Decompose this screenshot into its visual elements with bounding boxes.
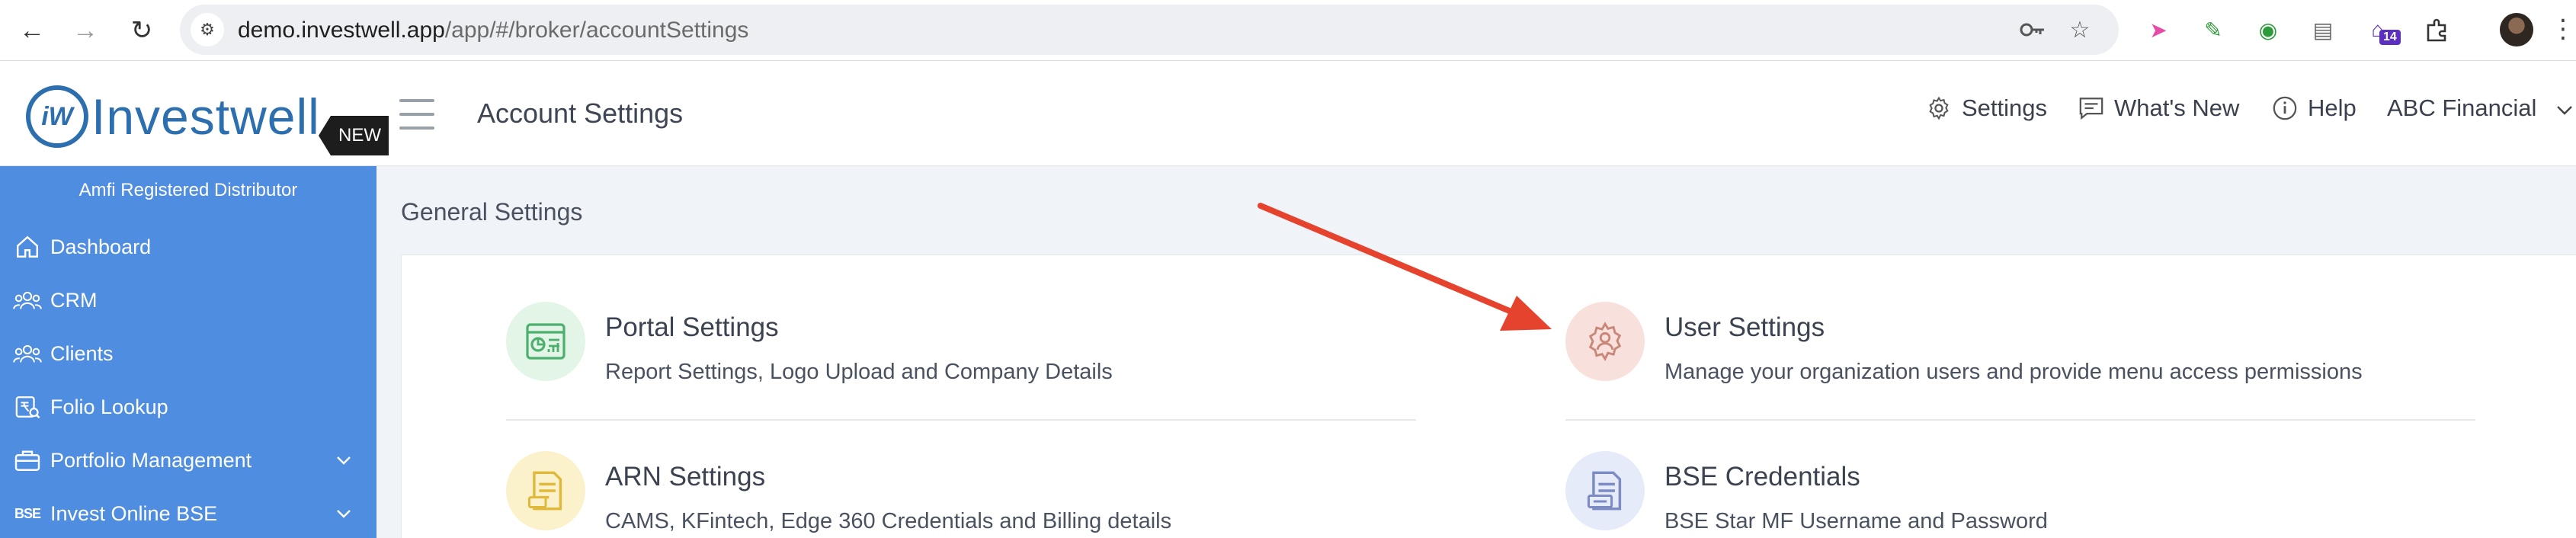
extension-pen-icon[interactable]: ✎ — [2196, 13, 2230, 46]
sidebar-item-portfolio-management[interactable]: Portfolio Management — [0, 437, 376, 483]
address-bar[interactable]: ⚙ demo.investwell.app/app/#/broker/accou… — [180, 5, 2119, 55]
header-help-link[interactable]: Help — [2271, 93, 2357, 123]
bse-icon: BSE — [14, 505, 41, 521]
browser-menu-icon[interactable]: ⋮ — [2550, 9, 2576, 49]
header-whats-new-link[interactable]: What's New — [2078, 93, 2239, 123]
setting-description: BSE Star MF Username and Password — [1664, 509, 2048, 533]
account-label: ABC Financial — [2387, 94, 2537, 121]
gear-icon — [1925, 94, 1953, 122]
user-gear-icon — [1565, 302, 1645, 381]
page-title: Account Settings — [477, 98, 684, 129]
forward-icon[interactable]: → — [66, 11, 105, 50]
header-settings-label: Settings — [1962, 94, 2048, 121]
extension-timer-icon[interactable]: ◉ — [2251, 13, 2285, 46]
bse-credentials-item[interactable]: BSE Credentials BSE Star MF Username and… — [1565, 451, 2518, 535]
sidebar-item-label: CRM — [50, 288, 98, 312]
divider — [506, 419, 1416, 421]
users-group-icon — [12, 285, 43, 315]
account-dropdown[interactable]: ABC Financial — [2387, 93, 2573, 123]
message-icon — [2078, 94, 2105, 122]
url-text: demo.investwell.app/app/#/broker/account… — [238, 18, 749, 43]
divider — [1565, 419, 2475, 421]
chevron-down-icon — [2556, 94, 2573, 122]
sidebar-item-dashboard[interactable]: Dashboard — [0, 224, 376, 270]
section-title: General Settings — [401, 198, 583, 226]
chevron-down-icon — [332, 449, 355, 472]
clients-icon — [12, 338, 43, 369]
header-help-label: Help — [2308, 94, 2357, 121]
rupee-search-icon — [12, 392, 43, 422]
sidebar: Amfi Registered Distributor Dashboard CR… — [0, 166, 376, 538]
site-info-icon[interactable]: ⚙ — [191, 13, 224, 46]
profile-avatar[interactable] — [2500, 13, 2533, 46]
browser-toolbar: ← → ↻ ⚙ demo.investwell.app/app/#/broker… — [0, 0, 2576, 61]
report-icon — [506, 302, 585, 381]
sidebar-item-label: Clients — [50, 341, 114, 365]
header-settings-link[interactable]: Settings — [1925, 93, 2047, 123]
arn-settings-item[interactable]: ARN Settings CAMS, KFintech, Edge 360 Cr… — [506, 451, 1421, 535]
extension-cards-icon[interactable]: ▤ — [2306, 13, 2340, 46]
setting-title: ARN Settings — [605, 462, 766, 492]
logo-text: Investwell — [91, 88, 320, 145]
sidebar-item-label: Folio Lookup — [50, 395, 168, 418]
extension-badge: 14 — [2379, 30, 2401, 45]
setting-description: Report Settings, Logo Upload and Company… — [605, 360, 1113, 384]
briefcase-icon — [12, 445, 43, 476]
setting-title: Portal Settings — [605, 312, 779, 342]
sidebar-item-invest-online-bse[interactable]: BSE Invest Online BSE — [0, 491, 376, 536]
setting-title: BSE Credentials — [1664, 462, 1860, 492]
credentials-icon — [1565, 451, 1645, 530]
menu-toggle-icon[interactable] — [399, 99, 434, 130]
crm-new-badge: NEW — [319, 116, 389, 155]
sidebar-item-folio-lookup[interactable]: Folio Lookup — [0, 384, 376, 430]
sidebar-item-label: Portfolio Management — [50, 448, 252, 472]
password-key-icon[interactable] — [2017, 14, 2049, 46]
bookmark-star-icon[interactable]: ☆ — [2064, 14, 2096, 46]
reload-icon[interactable]: ↻ — [122, 11, 162, 50]
user-settings-item[interactable]: User Settings Manage your organization u… — [1565, 302, 2518, 386]
chevron-down-icon — [332, 502, 355, 525]
logo-mark-icon: iW — [26, 85, 88, 148]
extension-arrow-icon[interactable]: ➤ — [2142, 13, 2175, 46]
setting-title: User Settings — [1664, 312, 1825, 342]
sidebar-item-label: Dashboard — [50, 235, 152, 258]
investwell-logo[interactable]: iW Investwell — [26, 84, 320, 149]
sidebar-item-clients[interactable]: Clients — [0, 331, 376, 376]
sidebar-item-crm[interactable]: CRM — [0, 277, 376, 323]
distributor-label: Amfi Registered Distributor — [78, 180, 298, 200]
back-icon[interactable]: ← — [12, 11, 52, 50]
header-whats-new-label: What's New — [2114, 94, 2240, 121]
document-icon — [506, 451, 585, 530]
home-icon — [12, 232, 43, 262]
info-icon — [2271, 94, 2299, 122]
extension-home-icon[interactable]: ⌂ 14 — [2361, 13, 2401, 46]
sidebar-item-label: Invest Online BSE — [50, 501, 218, 525]
extensions-puzzle-icon[interactable] — [2421, 13, 2454, 46]
portal-settings-item[interactable]: Portal Settings Report Settings, Logo Up… — [506, 302, 1421, 386]
setting-description: CAMS, KFintech, Edge 360 Credentials and… — [605, 509, 1172, 533]
setting-description: Manage your organization users and provi… — [1664, 360, 2363, 384]
